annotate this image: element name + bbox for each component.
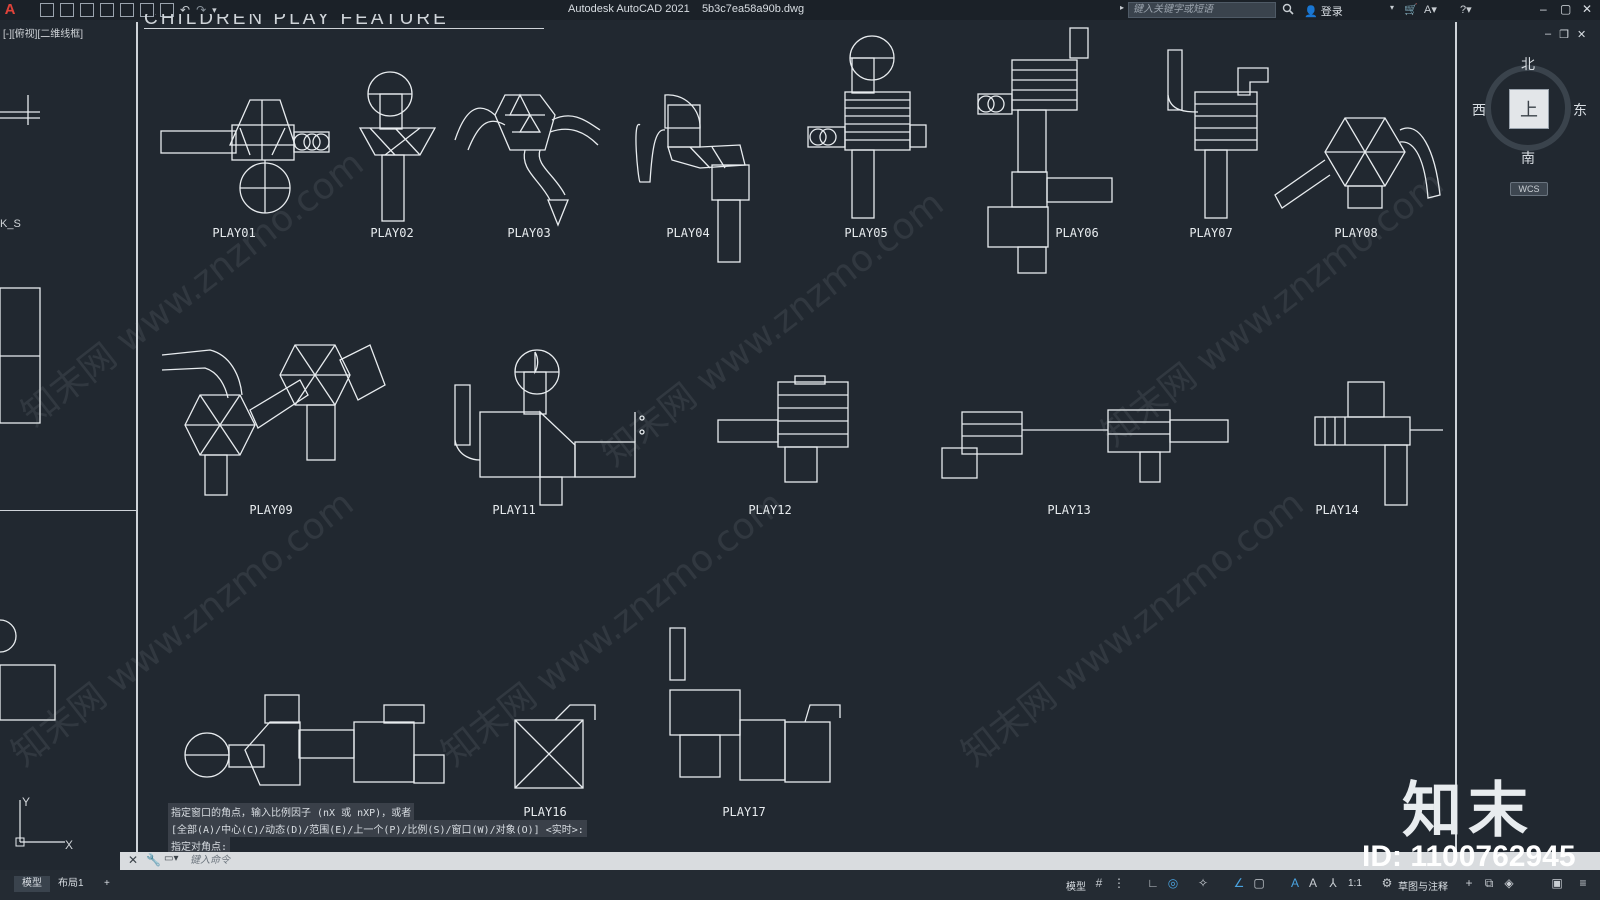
label-play04: PLAY04	[666, 226, 710, 240]
command-customize-icon[interactable]: 🔧	[146, 853, 161, 867]
left-viewport-border	[136, 22, 138, 870]
app-title: Autodesk AutoCAD 2021	[568, 3, 690, 15]
play17-plan	[669, 627, 841, 783]
recent-commands-icon[interactable]: ▭▾	[164, 853, 178, 864]
search-input[interactable]: 键入关键字或短语	[1128, 2, 1276, 18]
label-play16: PLAY16	[523, 805, 567, 819]
login-button[interactable]: 👤 登录	[1304, 3, 1343, 19]
label-play07: PLAY07	[1189, 226, 1233, 240]
grid-icon[interactable]: #	[1092, 876, 1106, 890]
polar-tracking-icon[interactable]: ◎	[1166, 876, 1180, 890]
play09-plan	[161, 344, 386, 496]
new-file-icon[interactable]	[40, 3, 54, 17]
play03-plan	[454, 93, 601, 227]
tab-layout1[interactable]: 布局1	[50, 876, 92, 892]
command-history-line: [全部(A)/中心(C)/动态(D)/范围(E)/上一个(P)/比例(S)/窗口…	[168, 820, 587, 837]
play12-plan	[717, 375, 849, 483]
label-play13: PLAY13	[1047, 503, 1091, 517]
left-panel-label: K_S	[0, 218, 21, 230]
ortho-icon[interactable]: ∟	[1146, 876, 1160, 890]
play13-plan	[941, 409, 1229, 483]
watermark-id: ID: 1100762945	[1362, 840, 1576, 873]
add-icon[interactable]: +	[1462, 876, 1476, 890]
label-play11: PLAY11	[492, 503, 536, 517]
file-name: 5b3c7ea58a90b.dwg	[701, 3, 805, 15]
compass-east[interactable]: 东	[1573, 100, 1587, 120]
window-title: Autodesk AutoCAD 2021 5b3c7ea58a90b.dwg	[568, 3, 804, 15]
play07-plan	[1167, 49, 1269, 219]
app-logo-icon[interactable]: A	[2, 2, 18, 18]
label-play17: PLAY17	[722, 805, 766, 819]
play15-plan	[184, 694, 445, 786]
close-icon[interactable]: ✕	[1582, 2, 1592, 16]
workspace-switch[interactable]: 草图与注释	[1398, 878, 1448, 893]
title-underline	[144, 28, 544, 29]
label-play06: PLAY06	[1055, 226, 1099, 240]
customization-menu-icon[interactable]: ≡	[1576, 876, 1590, 890]
user-icon: 👤	[1304, 5, 1318, 18]
brand-watermark: 知末	[1402, 777, 1534, 844]
right-viewport-border	[1455, 22, 1457, 870]
login-label: 登录	[1320, 6, 1343, 18]
command-close-icon[interactable]: ✕	[128, 853, 138, 867]
maximize-icon[interactable]: ▢	[1560, 2, 1571, 16]
save-icon[interactable]	[80, 3, 94, 17]
save-as-icon[interactable]	[100, 3, 114, 17]
compass-west[interactable]: 西	[1472, 100, 1486, 120]
autodesk-app-icon[interactable]: A▾	[1424, 3, 1437, 16]
minimize-icon[interactable]: –	[1540, 2, 1547, 16]
search-expand-icon[interactable]: ▸	[1120, 3, 1124, 12]
snap-icon[interactable]: ⋮	[1112, 876, 1126, 890]
help-icon[interactable]: ?▾	[1460, 3, 1472, 16]
model-space-canvas[interactable]	[0, 20, 1600, 870]
command-input[interactable]: 键入命令	[190, 853, 1490, 869]
label-play14: PLAY14	[1315, 503, 1359, 517]
model-space-toggle[interactable]: 模型	[1066, 878, 1086, 893]
annotation-scale-icon[interactable]: ⅄	[1326, 876, 1340, 890]
search-icon[interactable]	[1282, 3, 1294, 15]
ucs-y-label: Y	[22, 795, 31, 809]
play02-plan	[358, 71, 437, 222]
tab-model[interactable]: 模型	[14, 876, 50, 892]
label-play02: PLAY02	[370, 226, 414, 240]
publish-icon[interactable]	[120, 3, 134, 17]
command-history-line: 指定窗口的角点，输入比例因子 (nX 或 nXP)，或者	[168, 803, 415, 820]
add-layout-button[interactable]: +	[96, 876, 118, 892]
object-snap-tracking-icon[interactable]: ∠	[1232, 876, 1246, 890]
label-play03: PLAY03	[507, 226, 551, 240]
workspace-gear-icon[interactable]: ⚙	[1380, 876, 1394, 890]
clean-screen-icon[interactable]: ▣	[1550, 876, 1564, 890]
viewcube[interactable]: 上 北 南 西 东	[1472, 56, 1587, 166]
open-folder-icon[interactable]	[60, 3, 74, 17]
auto-scale-icon[interactable]: A	[1306, 876, 1320, 890]
ucs-x-label: X	[65, 838, 74, 852]
annotation-scale-value[interactable]: 1:1	[1348, 878, 1362, 889]
play14-plan	[1314, 381, 1443, 506]
annotation-visibility-icon[interactable]: A	[1288, 876, 1302, 890]
status-bar: 模型 布局1 + 模型 # ⋮ ∟ ◎ ✧ ∠ ▢ A A ⅄ 1:1 ⚙ 草图…	[0, 870, 1600, 900]
drawing-title-fragment: CHILDREN PLAY FEATURE	[144, 14, 449, 28]
isodraft-icon[interactable]: ✧	[1196, 876, 1210, 890]
compass-south[interactable]: 南	[1521, 148, 1535, 168]
compass-north[interactable]: 北	[1521, 54, 1535, 74]
left-viewport-divider	[0, 510, 136, 511]
cart-icon[interactable]: 🛒	[1404, 3, 1418, 16]
login-dropdown-icon[interactable]: ▾	[1390, 3, 1394, 12]
object-snap-icon[interactable]: ▢	[1252, 876, 1266, 890]
wcs-menu-button[interactable]: WCS	[1510, 182, 1548, 196]
viewcube-top-face[interactable]: 上	[1509, 89, 1549, 129]
isolate-objects-icon[interactable]: ⧉	[1482, 876, 1496, 890]
graphics-performance-icon[interactable]: ◈	[1502, 876, 1516, 890]
